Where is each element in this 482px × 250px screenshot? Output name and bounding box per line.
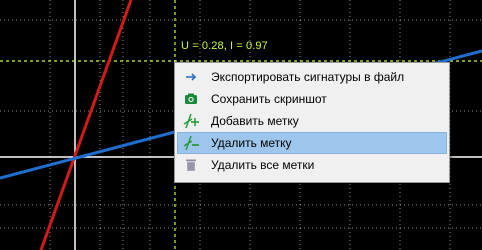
menu-item-export-signatures[interactable]: Экспортировать сигнатуры в файл <box>177 66 447 88</box>
menu-item-label: Удалить метку <box>211 136 292 150</box>
menu-item-label: Сохранить скриншот <box>211 92 327 106</box>
menu-item-label: Добавить метку <box>211 114 299 128</box>
add-marker-icon <box>179 110 203 132</box>
menu-item-remove-all-markers[interactable]: Удалить все метки <box>177 154 447 176</box>
context-menu: Экспортировать сигнатуры в файл Сохранит… <box>174 62 450 183</box>
red-signature-curve <box>39 0 133 250</box>
remove-marker-icon <box>179 132 203 154</box>
trash-icon <box>179 154 203 176</box>
menu-item-label: Удалить все метки <box>211 158 315 172</box>
cursor-readout: U = 0.28, I = 0.97 <box>181 40 268 52</box>
camera-icon <box>179 88 203 110</box>
menu-item-add-marker[interactable]: Добавить метку <box>177 110 447 132</box>
export-arrow-icon <box>179 66 203 88</box>
menu-item-remove-marker[interactable]: Удалить метку <box>177 132 447 154</box>
menu-item-label: Экспортировать сигнатуры в файл <box>211 70 405 84</box>
menu-item-save-screenshot[interactable]: Сохранить скриншот <box>177 88 447 110</box>
